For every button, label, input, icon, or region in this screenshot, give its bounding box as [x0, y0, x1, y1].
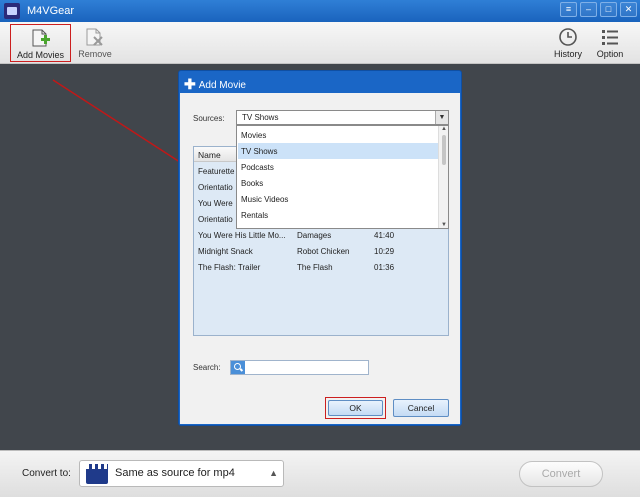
add-movies-label: Add Movies — [16, 50, 65, 60]
remove-label: Remove — [78, 49, 112, 59]
option-label: Option — [596, 49, 624, 59]
search-label: Search: — [193, 363, 221, 372]
row-name: You Were His Little Mo... — [198, 231, 286, 240]
sources-label: Sources: — [193, 114, 225, 123]
row-duration: 41:40 — [374, 231, 395, 240]
row-name: The Flash: Trailer — [198, 263, 261, 272]
ok-button[interactable]: OK — [325, 397, 386, 419]
list-item[interactable]: Midnight Snack Robot Chicken 10:29 — [194, 243, 448, 259]
dropdown-item-music-videos[interactable]: Music Videos — [238, 191, 438, 207]
output-format-select[interactable]: Same as source for mp4 ▲ — [79, 460, 284, 487]
search-input[interactable] — [230, 360, 369, 375]
remove-movie-icon — [86, 28, 103, 46]
row-show: Robot Chicken — [297, 247, 350, 256]
chevron-up-icon: ▲ — [269, 468, 278, 478]
dropdown-item-books[interactable]: Books — [238, 175, 438, 191]
dropdown-item-movies[interactable]: Movies — [238, 127, 438, 143]
options-list-icon — [602, 30, 618, 45]
m4vgear-logo-icon — [4, 3, 20, 19]
remove-button[interactable]: Remove — [76, 24, 114, 62]
chevron-down-icon[interactable]: ▼ — [435, 111, 448, 124]
sources-dropdown: Movies TV Shows Podcasts Books Music Vid… — [236, 125, 449, 229]
dialog-title: ✚ Add Movie — [184, 76, 246, 93]
window-title: M4VGear — [27, 5, 75, 17]
dialog-body: Sources: TV Shows ▼ Name Featurette Orie… — [180, 93, 460, 424]
add-movie-dialog: ✚ Add Movie Sources: TV Shows ▼ Name Feat… — [178, 70, 462, 426]
menu-icon[interactable]: ≡ — [560, 2, 577, 17]
row-show: The Flash — [297, 263, 333, 272]
sources-value: TV Shows — [242, 113, 279, 122]
sources-select[interactable]: TV Shows ▼ — [236, 110, 449, 125]
dialog-title-text: Add Movie — [198, 80, 246, 91]
dropdown-item-rentals[interactable]: Rentals — [238, 207, 438, 223]
option-button[interactable]: Option — [592, 24, 628, 62]
list-item[interactable]: The Flash: Trailer The Flash 01:36 — [194, 259, 448, 275]
toolbar: Add Movies Remove History Option — [0, 22, 640, 64]
cancel-button[interactable]: Cancel — [393, 399, 449, 417]
scroll-down-icon[interactable]: ▼ — [441, 222, 447, 228]
history-button[interactable]: History — [550, 24, 586, 62]
ok-label: OK — [328, 400, 383, 416]
column-name-header: Name — [198, 150, 221, 160]
minimize-icon[interactable]: – — [580, 2, 597, 17]
dropdown-item-podcasts[interactable]: Podcasts — [238, 159, 438, 175]
convert-to-label: Convert to: — [22, 468, 71, 479]
row-name: Midnight Snack — [198, 247, 253, 256]
history-label: History — [553, 49, 582, 59]
row-show: Damages — [297, 231, 332, 240]
scrollbar-thumb[interactable] — [442, 135, 446, 165]
convert-button[interactable]: Convert — [519, 461, 603, 487]
list-item[interactable]: You Were His Little Mo... Damages 41:40 — [194, 227, 448, 243]
add-movies-button[interactable]: Add Movies — [10, 24, 71, 62]
bottom-bar: Convert to: Same as source for mp4 ▲ Con… — [0, 450, 640, 497]
clock-icon — [559, 28, 577, 46]
output-format-value: Same as source for mp4 — [115, 467, 235, 479]
search-icon — [231, 361, 245, 374]
row-duration: 01:36 — [374, 263, 395, 272]
scroll-up-icon[interactable]: ▲ — [441, 126, 447, 132]
dropdown-item-tv-shows[interactable]: TV Shows — [238, 143, 438, 159]
close-icon[interactable]: ✕ — [620, 2, 637, 17]
row-duration: 10:29 — [374, 247, 395, 256]
video-format-icon — [86, 464, 108, 484]
title-bar: M4VGear ≡ – □ ✕ — [0, 0, 640, 22]
maximize-icon[interactable]: □ — [600, 2, 617, 17]
plus-icon: ✚ — [184, 76, 196, 92]
dropdown-scrollbar[interactable]: ▲ ▼ — [438, 126, 448, 228]
add-movie-icon — [32, 29, 50, 47]
